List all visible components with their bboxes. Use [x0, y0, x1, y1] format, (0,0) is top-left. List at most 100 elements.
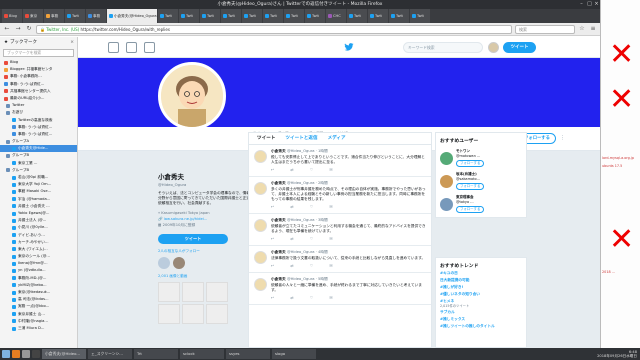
desktop-link[interactable]: ubunts 17.5: [602, 164, 622, 168]
browser-tab[interactable]: Twit: [158, 9, 178, 23]
tweet-avatar[interactable]: [254, 219, 267, 232]
bookmark-item[interactable]: 東京工業 ...: [0, 160, 77, 167]
media-thumbnail[interactable]: [182, 303, 204, 324]
retweet-icon[interactable]: ⇄: [290, 236, 293, 241]
trend-item[interactable]: 日大新提携の可能: [440, 278, 522, 283]
tweet-avatar[interactable]: [254, 150, 267, 163]
suggested-user[interactable]: 東京理事会 @tokyo ... フォローする: [440, 195, 522, 213]
retweet-icon[interactable]: ⇄: [290, 295, 293, 300]
sidebar-title[interactable]: ブックマーク: [10, 37, 37, 49]
follow-suggested-button[interactable]: フォローする: [456, 160, 485, 167]
bookmark-item[interactable]: グループB: [0, 167, 77, 174]
bookmark-item[interactable]: お遊び: [0, 109, 77, 116]
browser-tab[interactable]: 事務: [86, 9, 106, 23]
bookmark-item[interactable]: 実務 一点(@kbo...: [0, 303, 77, 310]
clock[interactable]: 6:48 2018年09月26日水曜日: [597, 350, 640, 359]
browser-tab[interactable]: 小倉秀夫(@Hideo_Ogura)×: [107, 9, 157, 23]
follow-suggested-button[interactable]: フォローする: [456, 206, 485, 213]
trend-item[interactable]: #推しツイートの推しのタイトル: [440, 324, 522, 329]
messages-icon[interactable]: [144, 42, 155, 53]
suggested-user-avatar[interactable]: [440, 174, 453, 188]
tweet[interactable]: 小倉秀夫 @Hideo_Ogura · 4時間 法律事務所で扱う文書の取扱いについ…: [249, 246, 431, 273]
dm-icon[interactable]: ✉: [329, 167, 332, 172]
back-icon[interactable]: ←: [3, 25, 11, 33]
timeline-tab[interactable]: ツイート: [257, 133, 275, 144]
bookmark-item[interactable]: 小倉秀夫@Hide...: [0, 145, 77, 153]
like-icon[interactable]: ♡: [310, 236, 314, 241]
bookmark-item[interactable]: 東京弁護士 山...: [0, 311, 77, 318]
trend-item[interactable]: #推しが好き!: [440, 285, 522, 290]
browser-tab[interactable]: CHC: [326, 9, 346, 23]
bookmark-item[interactable]: 事務: う:う:ば資紅...: [0, 124, 77, 131]
bookmark-item[interactable]: 東大 (ワイエム)...: [0, 246, 77, 253]
tweet-author[interactable]: 小倉秀夫: [271, 250, 286, 254]
reply-icon[interactable]: ↩: [271, 236, 274, 241]
suggested-user-avatar[interactable]: [440, 151, 453, 165]
home-icon[interactable]: [108, 42, 119, 53]
tweet[interactable]: 小倉秀夫 @Hideo_Ogura · 2時間 多くの弁護士が刑事弁護を務めた時点…: [249, 177, 431, 214]
tweet[interactable]: 小倉秀夫 @Hideo_Ogura · 5時間 依頼者の人々と一緒に準備を進め、手…: [249, 273, 431, 305]
taskbar-task[interactable]: Trt: [134, 349, 178, 359]
mutual-avatar[interactable]: [158, 256, 170, 269]
taskbar-task[interactable]: ェ_スクリーンシ...: [88, 349, 132, 359]
terminal-icon[interactable]: [32, 350, 40, 358]
media-thumbnail[interactable]: [206, 281, 228, 302]
bookmark-item[interactable]: 弁護士法人 (@...: [0, 217, 77, 224]
browser-tab[interactable]: 事務: [44, 9, 64, 23]
notifications-icon[interactable]: [126, 42, 137, 53]
close-sidebar-icon[interactable]: ×: [70, 37, 74, 49]
bookmark-item[interactable]: 若山(@0pi 前職...: [0, 174, 77, 181]
reply-icon[interactable]: ↩: [271, 295, 274, 300]
like-icon[interactable]: ♡: [310, 204, 314, 209]
taskbar-task[interactable]: slogo: [272, 349, 316, 359]
browser-tab[interactable]: Twit: [347, 9, 367, 23]
bookmark-item[interactable]: 共福事館センター提供入: [0, 88, 77, 95]
bookmark-item[interactable]: 東京(@ikedasuk...: [0, 289, 77, 296]
bookmark-item[interactable]: 事務: う:う:ば資紅...: [0, 81, 77, 88]
bookmark-item[interactable]: Twitterの高度な検索: [0, 117, 77, 124]
dm-icon[interactable]: ✉: [329, 295, 332, 300]
browser-tab[interactable]: Twit: [221, 9, 241, 23]
browser-tab[interactable]: 東京: [23, 9, 43, 23]
suggested-user-avatar[interactable]: [440, 197, 453, 211]
bookmark-item[interactable]: 中村隆(@nagia...: [0, 318, 77, 325]
desktop-link[interactable]: 2018 ...: [602, 270, 615, 274]
like-icon[interactable]: ♡: [310, 263, 314, 268]
media-thumbnail[interactable]: [158, 303, 180, 324]
account-avatar[interactable]: [488, 42, 499, 53]
timeline-tab[interactable]: ツイートと返信: [285, 133, 317, 144]
bookmark-item[interactable]: Yokio Egawa(@...: [0, 210, 77, 217]
tweet-author[interactable]: 小倉秀夫: [271, 218, 286, 222]
retweet-icon[interactable]: ⇄: [290, 263, 293, 268]
close-window-icon[interactable]: ×: [593, 1, 600, 8]
bookmark-item[interactable]: 最新のURL紹介(小...: [0, 95, 77, 102]
browser-tab[interactable]: Blog: [2, 9, 22, 23]
firefox-icon[interactable]: [12, 350, 20, 358]
browser-tab[interactable]: Twit: [65, 9, 85, 23]
bookmark-item[interactable]: yn (@zdbulla...: [0, 267, 77, 274]
browser-tab[interactable]: Twit: [179, 9, 199, 23]
tweet-author[interactable]: 小倉秀夫: [271, 149, 286, 153]
trend-item[interactable]: #キユの日: [440, 271, 522, 276]
retweet-icon[interactable]: ⇄: [290, 204, 293, 209]
reply-icon[interactable]: ↩: [271, 204, 274, 209]
trend-item[interactable]: #ヒメネ 2,015件のツイート: [440, 299, 522, 308]
media-link[interactable]: 2,001 画像と動画: [158, 274, 256, 279]
tweet[interactable]: 小倉秀夫 @Hideo_Ogura · 1時間 殺しても安泰停止して上でありという…: [249, 145, 431, 177]
reply-icon[interactable]: ↩: [271, 167, 274, 172]
mutual-followers-link[interactable]: 2人の相互な人がフォロー: [158, 249, 256, 254]
timeline-tab[interactable]: メディア: [328, 133, 346, 144]
media-thumbnail[interactable]: [158, 281, 180, 302]
tweet-avatar[interactable]: [254, 251, 267, 264]
bookmark-item[interactable]: 三浦 Miura D...: [0, 325, 77, 332]
trend-item[interactable]: #推しミックス: [440, 317, 522, 322]
bookmark-item[interactable]: 宇治 (@hamada...: [0, 196, 77, 203]
bookmark-item[interactable]: グループA: [0, 138, 77, 145]
retweet-icon[interactable]: ⇄: [290, 167, 293, 172]
tweet[interactable]: 小倉秀夫 @Hideo_Ogura · 3時間 依頼者が立てたコミュニケーションと…: [249, 214, 431, 246]
browser-tab[interactable]: Twit: [263, 9, 283, 23]
bookmark-item[interactable]: 東京大学 Yoji Om...: [0, 181, 77, 188]
twitter-search-input[interactable]: キーワード検索: [403, 42, 483, 53]
bookmark-item[interactable]: Ikena(@fmn@...: [0, 260, 77, 267]
tweet-avatar[interactable]: [254, 182, 267, 195]
